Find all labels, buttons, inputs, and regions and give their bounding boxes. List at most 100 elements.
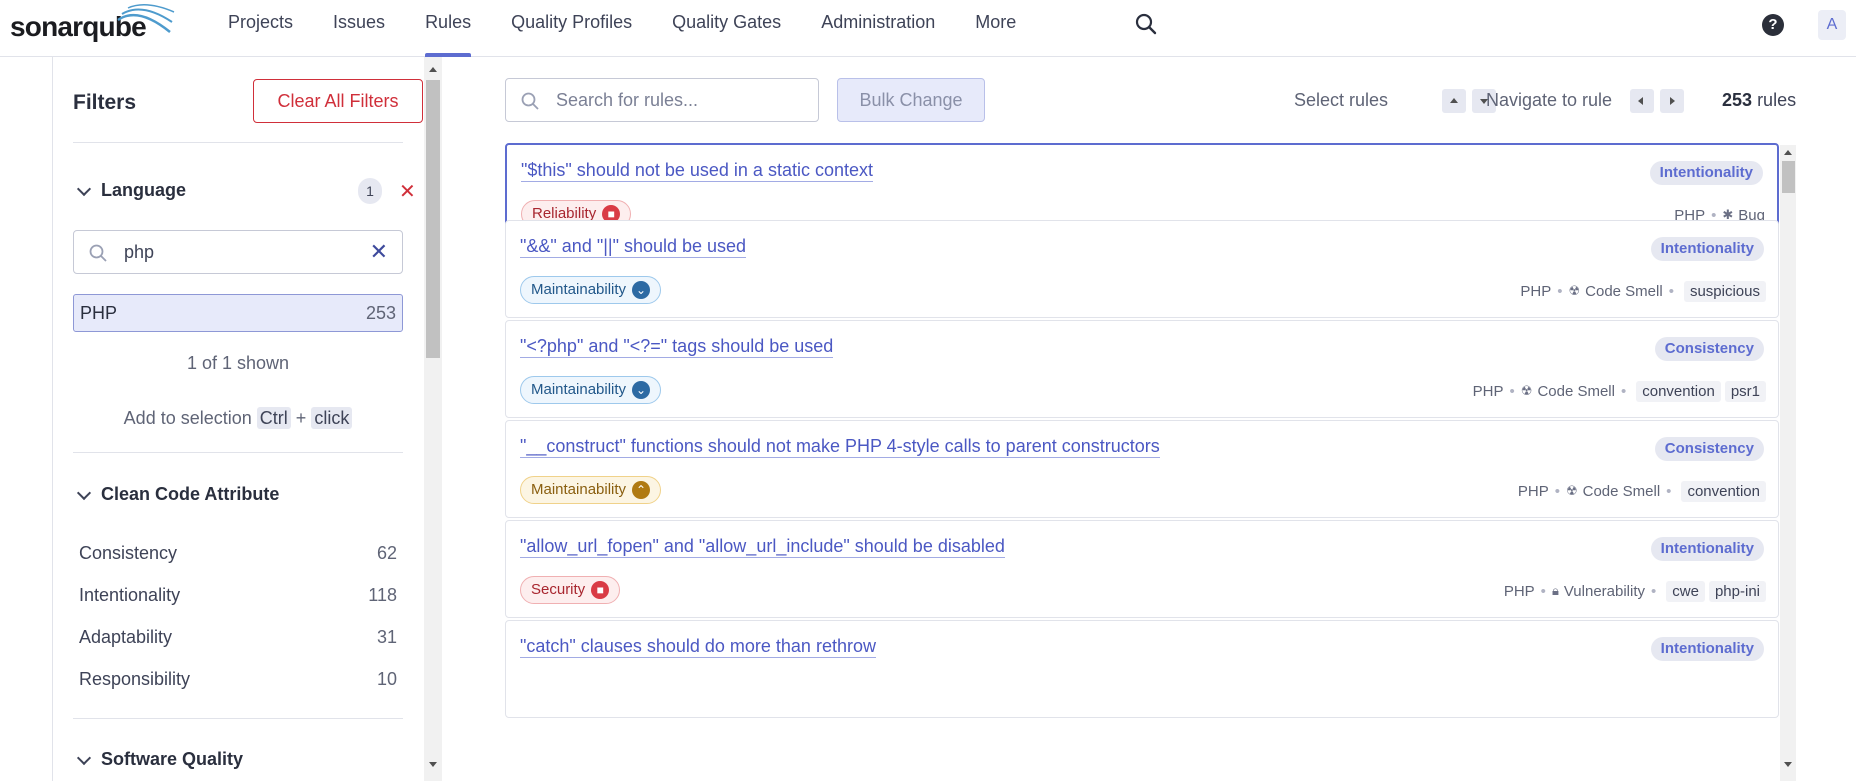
rules-scrollbar[interactable] — [1780, 145, 1796, 781]
facet-item-label: Adaptability — [79, 627, 173, 647]
scroll-up-icon[interactable] — [429, 67, 437, 72]
clean-code-facet-header[interactable]: Clean Code Attribute — [73, 484, 279, 505]
help-icon[interactable]: ? — [1762, 14, 1784, 36]
severity-high-icon: ■ — [591, 581, 610, 599]
code-smell-icon: ☢ — [1568, 283, 1581, 298]
rule-language: PHP — [1472, 382, 1504, 400]
navigate-left-key — [1630, 89, 1654, 113]
arrow-right-icon — [1670, 97, 1675, 105]
shown-count: 1 of 1 shown — [186, 353, 290, 373]
rule-tag[interactable]: suspicious — [1683, 280, 1766, 302]
rules-search-input[interactable]: Search for rules... — [505, 78, 819, 122]
facet-item-adaptability[interactable]: Adaptability 31 — [79, 627, 397, 648]
rule-item[interactable]: "allow_url_fopen" and "allow_url_include… — [505, 520, 1779, 618]
software-quality-label: Security — [531, 581, 586, 598]
clear-language-icon[interactable]: ✕ — [399, 179, 416, 204]
software-quality-label: Maintainability — [531, 481, 627, 498]
software-quality-badge[interactable]: Maintainability ⌄ — [520, 376, 662, 404]
nav-administration[interactable]: Administration — [801, 0, 955, 57]
facet-item-count: 10 — [376, 669, 397, 689]
software-quality-badge[interactable]: Maintainability ⌃ — [520, 476, 662, 504]
facet-item-count: 118 — [368, 585, 397, 605]
rule-tag[interactable]: php-ini — [1708, 580, 1766, 602]
rule-title-link[interactable]: "allow_url_fopen" and "allow_url_include… — [520, 535, 1005, 558]
rule-title-link[interactable]: "catch" clauses should do more than reth… — [520, 635, 876, 658]
software-quality-badge[interactable]: Maintainability ⌄ — [520, 276, 662, 304]
sonarqube-logo[interactable]: sonarqube — [10, 2, 175, 46]
rule-item[interactable]: "__construct" functions should not make … — [505, 420, 1779, 518]
nav-issues[interactable]: Issues — [313, 0, 405, 57]
scroll-down-icon[interactable] — [1784, 762, 1792, 767]
software-quality-label: Maintainability — [531, 281, 627, 298]
rules-scrollbar-thumb[interactable] — [1782, 161, 1795, 193]
hint-plus: + — [295, 408, 307, 428]
software-quality-badge[interactable]: Security ■ — [520, 576, 621, 604]
rules-main: Search for rules... Bulk Change Select r… — [442, 57, 1856, 781]
sidebar-scrollbar-thumb[interactable] — [426, 80, 440, 358]
rule-item[interactable]: "<?php" and "<?=" tags should be used Co… — [505, 320, 1779, 418]
rules-count: 253 rules — [1722, 90, 1796, 111]
rule-item[interactable]: "&&" and "||" should be used Intentional… — [505, 220, 1779, 318]
rule-title-link[interactable]: "<?php" and "<?=" tags should be used — [520, 335, 834, 358]
scroll-up-icon[interactable] — [1784, 150, 1792, 155]
rule-type: Vulnerability — [1563, 582, 1646, 600]
lock-icon: 🔒︎ — [1551, 583, 1559, 598]
navigate-right-key — [1660, 89, 1684, 113]
rule-item[interactable]: "catch" clauses should do more than reth… — [505, 620, 1779, 718]
top-navigation: sonarqube Projects Issues Rules Quality … — [0, 0, 1856, 57]
selection-hint: Add to selection Ctrl + click — [73, 407, 403, 429]
rule-tag[interactable]: psr1 — [1724, 380, 1766, 402]
nav-quality-gates[interactable]: Quality Gates — [652, 0, 801, 57]
rule-type: Code Smell — [1582, 482, 1661, 500]
rule-title-link[interactable]: "__construct" functions should not make … — [520, 435, 1160, 458]
hint-prefix: Add to selection — [123, 408, 252, 428]
code-smell-icon: ☢ — [1520, 383, 1533, 398]
filters-title: Filters — [73, 91, 137, 114]
rule-language: PHP — [1520, 282, 1552, 300]
rule-tag[interactable]: convention — [1636, 380, 1721, 402]
clear-search-icon[interactable]: ✕ — [370, 239, 388, 265]
nav-quality-profiles[interactable]: Quality Profiles — [491, 0, 652, 57]
language-search-value: php — [124, 242, 155, 262]
rule-tag[interactable]: cwe — [1666, 580, 1705, 602]
nav-rule-text: Navigate to rule — [1486, 90, 1613, 110]
facet-item-label: Consistency — [79, 543, 178, 563]
rule-title-link[interactable]: "&&" and "||" should be used — [520, 235, 747, 258]
main-nav: Projects Issues Rules Quality Profiles Q… — [228, 0, 1036, 57]
language-option-php[interactable]: PHP 253 — [73, 294, 403, 332]
logo-arc-icon — [117, 4, 175, 33]
severity-low-icon: ⌄ — [632, 381, 651, 399]
rule-type: Code Smell — [1585, 282, 1663, 300]
search-icon — [521, 92, 539, 110]
search-placeholder: Search for rules... — [556, 90, 699, 110]
select-rules-label: Select rules — [1294, 90, 1389, 110]
search-icon[interactable] — [1134, 12, 1158, 36]
facet-item-count: 62 — [376, 543, 397, 563]
clean-code-attribute-tag: Consistency — [1654, 337, 1764, 361]
facet-item-responsibility[interactable]: Responsibility 10 — [79, 669, 397, 690]
facet-item-intentionality[interactable]: Intentionality 118 — [79, 585, 397, 606]
rule-tag[interactable]: convention — [1681, 480, 1766, 502]
rule-title-link[interactable]: "$this" should not be used in a static c… — [521, 159, 873, 182]
rules-count-suffix: rules — [1757, 90, 1797, 110]
facet-item-label: Intentionality — [79, 585, 181, 605]
divider — [73, 142, 403, 143]
avatar[interactable]: A — [1818, 10, 1846, 40]
clear-all-filters-button[interactable]: Clear All Filters — [253, 79, 423, 123]
software-quality-facet-header[interactable]: Software Quality — [73, 749, 243, 770]
bulk-change-button[interactable]: Bulk Change — [837, 78, 985, 122]
language-facet-header[interactable]: Language — [73, 180, 186, 201]
nav-rules[interactable]: Rules — [405, 0, 491, 57]
clean-code-attribute-tag: Intentionality — [1650, 237, 1764, 261]
divider — [73, 452, 403, 453]
nav-more[interactable]: More — [955, 0, 1036, 57]
language-search-input[interactable]: php ✕ — [73, 230, 403, 274]
nav-projects[interactable]: Projects — [228, 0, 313, 57]
scroll-down-icon[interactable] — [429, 762, 437, 767]
rule-meta: PHP • ☢ Code Smell • suspicious — [1520, 278, 1766, 304]
facet-item-consistency[interactable]: Consistency 62 — [79, 543, 397, 564]
language-option-label: PHP — [80, 303, 118, 323]
ctrl-key: Ctrl — [256, 407, 291, 429]
arrow-left-icon — [1638, 97, 1643, 105]
rule-meta: PHP • ☢ Code Smell • convention psr1 — [1473, 378, 1766, 404]
